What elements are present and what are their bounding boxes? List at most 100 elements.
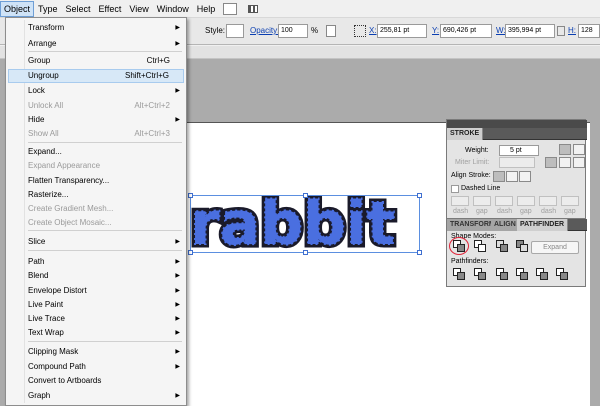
constrain-link-icon[interactable]: [557, 26, 565, 36]
menu-item-shortcut: Alt+Ctrl+3: [134, 129, 170, 138]
menu-item-live-paint[interactable]: Live Paint ▶: [8, 298, 184, 312]
dashed-line-checkbox[interactable]: [451, 185, 459, 193]
tab-stroke[interactable]: STROKE: [447, 128, 484, 140]
x-label[interactable]: X:: [369, 24, 377, 38]
handle-bottom-right[interactable]: [417, 250, 422, 255]
selection-bounding-box[interactable]: [188, 193, 422, 255]
align-inside-button[interactable]: [506, 171, 518, 182]
menu-item-expand[interactable]: Expand...: [8, 145, 184, 159]
menu-item-envelope-distort[interactable]: Envelope Distort ▶: [8, 284, 184, 298]
menu-item-lock[interactable]: Lock ▶: [8, 84, 184, 98]
menu-view[interactable]: View: [125, 1, 152, 17]
menu-separator: [28, 341, 182, 342]
dash-input-3[interactable]: [539, 196, 557, 206]
intersect-icon[interactable]: [495, 239, 509, 253]
menu-item-arrange[interactable]: Arrange ▶: [8, 37, 184, 51]
weight-input[interactable]: 5 pt: [499, 145, 539, 156]
join-bevel-button[interactable]: [573, 157, 585, 168]
menu-item-flatten-transparency[interactable]: Flatten Transparency...: [8, 174, 184, 188]
pathfinder-tab-bar: TRANSFORM ALIGN PATHFINDER: [447, 219, 587, 231]
gap-input-3[interactable]: [561, 196, 579, 206]
menu-window[interactable]: Window: [153, 1, 193, 17]
divide-icon[interactable]: [452, 267, 466, 281]
object-menu-dropdown: Transform ▶ Arrange ▶ Group Ctrl+G Ungroup Shif…: [5, 17, 187, 406]
menu-item-label: Live Trace: [28, 314, 65, 323]
align-outside-button[interactable]: [519, 171, 531, 182]
y-label[interactable]: Y:: [432, 24, 439, 38]
w-input[interactable]: 395,994 pt: [505, 24, 555, 38]
minus-back-icon[interactable]: [555, 267, 569, 281]
menu-item-unlock-all[interactable]: Unlock All Alt+Ctrl+2: [8, 99, 184, 113]
recolor-icon[interactable]: [326, 25, 336, 37]
menu-item-compound-path[interactable]: Compound Path ▶: [8, 360, 184, 374]
gap-input-2[interactable]: [517, 196, 535, 206]
opacity-label[interactable]: Opacity:: [250, 24, 279, 38]
crop-icon[interactable]: [515, 267, 529, 281]
submenu-arrow-icon: ▶: [175, 393, 180, 399]
menu-item-graph[interactable]: Graph ▶: [8, 389, 184, 403]
menu-item-convert-to-artboards[interactable]: Convert to Artboards: [8, 374, 184, 388]
menu-object[interactable]: Object: [0, 0, 35, 17]
dash-label-3: dash: [541, 208, 557, 215]
handle-top-right[interactable]: [417, 193, 422, 198]
menu-separator: [28, 142, 182, 143]
cap-round-button[interactable]: [573, 144, 585, 155]
cap-butt-button[interactable]: [559, 144, 571, 155]
menu-help[interactable]: Help: [193, 1, 220, 17]
menu-item-path[interactable]: Path ▶: [8, 255, 184, 269]
handle-bottom-left[interactable]: [188, 250, 193, 255]
y-input[interactable]: 690,426 pt: [440, 24, 492, 38]
menu-item-expand-appearance[interactable]: Expand Appearance: [8, 159, 184, 173]
dash-label-2: dash: [497, 208, 513, 215]
menu-item-label: Create Object Mosaic...: [28, 218, 112, 227]
menu-item-slice[interactable]: Slice ▶: [8, 235, 184, 249]
arrange-documents-icon[interactable]: [243, 3, 263, 15]
menu-item-live-trace[interactable]: Live Trace ▶: [8, 312, 184, 326]
menu-item-hide[interactable]: Hide ▶: [8, 113, 184, 127]
menu-item-create-object-mosaic[interactable]: Create Object Mosaic...: [8, 216, 184, 230]
menu-item-transform[interactable]: Transform ▶: [8, 21, 184, 35]
h-input[interactable]: 128: [578, 24, 600, 38]
handle-top-center[interactable]: [303, 193, 308, 198]
join-round-button[interactable]: [559, 157, 571, 168]
join-miter-button[interactable]: [545, 157, 557, 168]
gap-input-1[interactable]: [473, 196, 491, 206]
dashed-line-label: Dashed Line: [461, 185, 501, 192]
h-label[interactable]: H:: [568, 24, 576, 38]
menu-item-group[interactable]: Group Ctrl+G: [8, 54, 184, 68]
menu-item-clipping-mask[interactable]: Clipping Mask ▶: [8, 345, 184, 359]
tab-pathfinder[interactable]: PATHFINDER: [517, 219, 569, 231]
bridge-icon[interactable]: [223, 2, 238, 15]
menu-type[interactable]: Type: [34, 1, 62, 17]
x-input[interactable]: 255,81 pt: [377, 24, 427, 38]
outline-icon[interactable]: [535, 267, 549, 281]
dash-input-1[interactable]: [451, 196, 469, 206]
menu-select[interactable]: Select: [62, 1, 95, 17]
style-label: Style:: [205, 26, 226, 35]
menu-item-show-all[interactable]: Show All Alt+Ctrl+3: [8, 127, 184, 141]
tab-align[interactable]: ALIGN: [491, 219, 520, 231]
menu-item-label: Arrange: [28, 39, 57, 48]
menu-item-text-wrap[interactable]: Text Wrap ▶: [8, 326, 184, 340]
menu-item-blend[interactable]: Blend ▶: [8, 269, 184, 283]
panel-dock-header[interactable]: [447, 120, 587, 128]
handle-top-left[interactable]: [188, 193, 193, 198]
handle-bottom-center[interactable]: [303, 250, 308, 255]
reference-point-icon[interactable]: [354, 25, 366, 37]
align-center-button[interactable]: [493, 171, 505, 182]
menu-item-rasterize[interactable]: Rasterize...: [8, 188, 184, 202]
style-swatch[interactable]: [226, 24, 244, 38]
menu-item-ungroup[interactable]: Ungroup Shift+Ctrl+G: [8, 69, 184, 83]
merge-icon[interactable]: [495, 267, 509, 281]
exclude-icon[interactable]: [515, 239, 529, 253]
menu-item-create-gradient-mesh[interactable]: Create Gradient Mesh...: [8, 202, 184, 216]
minus-front-icon[interactable]: [473, 239, 487, 253]
dash-label-1: dash: [453, 208, 469, 215]
opacity-input[interactable]: 100: [278, 24, 308, 38]
submenu-arrow-icon: ▶: [175, 316, 180, 322]
trim-icon[interactable]: [473, 267, 487, 281]
miter-limit-input[interactable]: [499, 157, 535, 168]
dash-input-2[interactable]: [495, 196, 513, 206]
expand-button[interactable]: Expand: [531, 241, 579, 254]
menu-effect[interactable]: Effect: [95, 1, 126, 17]
